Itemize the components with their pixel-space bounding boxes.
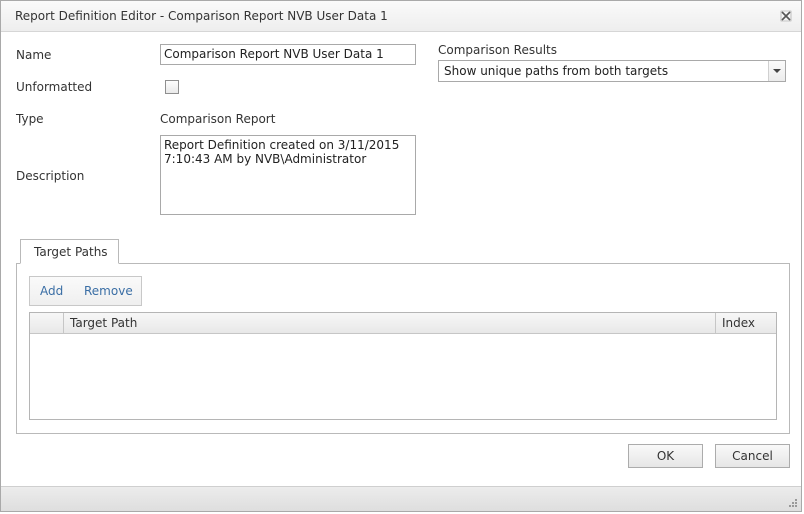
grid-toolbar: Add Remove xyxy=(29,276,142,306)
remove-button[interactable]: Remove xyxy=(84,284,133,298)
status-bar xyxy=(1,486,801,511)
comparison-results-value: Show unique paths from both targets xyxy=(444,64,669,78)
grid-header: Target Path Index xyxy=(30,313,776,334)
grid-column-select[interactable] xyxy=(30,313,64,333)
report-definition-editor-dialog: Report Definition Editor - Comparison Re… xyxy=(0,0,802,512)
type-label: Type xyxy=(16,112,44,126)
unformatted-checkbox[interactable] xyxy=(165,80,179,94)
comparison-results-select[interactable]: Show unique paths from both targets xyxy=(438,60,786,82)
column-header-index: Index xyxy=(722,316,756,330)
grid-column-target-path[interactable]: Target Path xyxy=(64,313,716,333)
resize-grip-icon[interactable] xyxy=(788,498,798,508)
name-label: Name xyxy=(16,48,52,62)
window-title: Report Definition Editor - Comparison Re… xyxy=(15,9,388,23)
cancel-button[interactable]: Cancel xyxy=(715,444,790,468)
close-icon[interactable] xyxy=(779,9,793,23)
tab-label: Target Paths xyxy=(34,245,108,259)
column-header-target-path: Target Path xyxy=(70,316,138,330)
description-label: Description xyxy=(16,169,85,183)
add-button[interactable]: Add xyxy=(40,284,63,298)
chevron-down-icon[interactable] xyxy=(768,61,785,81)
ok-button[interactable]: OK xyxy=(628,444,703,468)
type-value: Comparison Report xyxy=(160,112,276,126)
tab-target-paths[interactable]: Target Paths xyxy=(20,239,119,264)
target-paths-grid: Target Path Index xyxy=(29,312,777,420)
grid-column-index[interactable]: Index xyxy=(716,313,776,333)
comparison-results-label: Comparison Results xyxy=(438,43,557,57)
name-field[interactable]: Comparison Report NVB User Data 1 xyxy=(160,44,416,65)
unformatted-label: Unformatted xyxy=(16,80,93,94)
description-field[interactable]: Report Definition created on 3/11/2015 7… xyxy=(160,135,416,215)
title-bar[interactable]: Report Definition Editor - Comparison Re… xyxy=(1,1,801,32)
